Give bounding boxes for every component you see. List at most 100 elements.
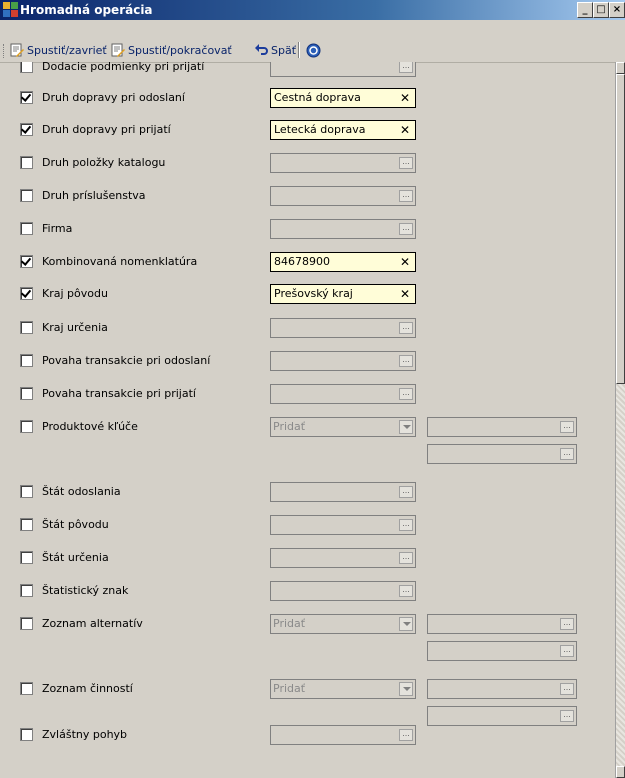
add-combo[interactable]: Pridať [270, 417, 416, 437]
clear-icon[interactable]: ✕ [397, 91, 413, 105]
minimize-button[interactable]: _ [577, 2, 593, 18]
value-field[interactable]: ... [270, 482, 416, 502]
help-icon [306, 43, 321, 57]
row-checkbox[interactable] [20, 420, 33, 433]
value-field[interactable]: ... [270, 725, 416, 745]
clear-icon[interactable]: ✕ [397, 255, 413, 269]
list-item: Zvláštny pohyb... [17, 724, 615, 746]
ellipsis-button[interactable]: ... [399, 190, 413, 202]
row-checkbox[interactable] [20, 387, 33, 400]
sub-field[interactable]: ... [427, 444, 577, 464]
value-field[interactable]: ... [270, 548, 416, 568]
add-combo[interactable]: Pridať [270, 679, 416, 699]
ellipsis-button[interactable]: ... [399, 157, 413, 169]
ellipsis-button[interactable]: ... [399, 62, 413, 73]
ellipsis-button[interactable]: ... [399, 322, 413, 334]
close-window-button[interactable]: × [609, 2, 625, 18]
combo-value: Pridať [273, 682, 306, 695]
dropdown-arrow-icon[interactable] [399, 420, 413, 434]
run-close-label: Spustiť/zavrieť [27, 43, 107, 57]
value-field[interactable]: ... [270, 219, 416, 239]
scroll-thumb[interactable] [616, 74, 625, 384]
row-checkbox[interactable] [20, 617, 33, 630]
value-field[interactable]: Prešovský kraj ✕ [270, 284, 416, 304]
field-value: Cestná doprava [274, 91, 361, 104]
run-close-button[interactable]: Spustiť/zavrieť [10, 41, 107, 59]
value-field[interactable]: 84678900 ✕ [270, 252, 416, 272]
vertical-scrollbar[interactable] [615, 62, 625, 778]
ellipsis-button[interactable]: ... [399, 585, 413, 597]
row-checkbox[interactable] [20, 728, 33, 741]
ellipsis-button[interactable]: ... [560, 421, 574, 433]
ellipsis-button[interactable]: ... [399, 486, 413, 498]
row-checkbox[interactable] [20, 485, 33, 498]
maximize-button[interactable]: □ [593, 2, 609, 18]
app-icon [3, 2, 18, 17]
row-label: Kraj pôvodu [42, 287, 108, 300]
row-checkbox[interactable] [20, 321, 33, 334]
run-continue-button[interactable]: Spustiť/pokračovať [111, 41, 232, 59]
value-field[interactable]: ... [270, 384, 416, 404]
run-continue-icon [111, 43, 125, 57]
operation-list: Dodacie podmienky pri prijatí... Druh dop… [17, 62, 615, 778]
sub-field[interactable]: ... [427, 614, 577, 634]
list-item: Druh príslušenstva... [17, 185, 615, 207]
scroll-down-arrow[interactable] [616, 766, 625, 778]
clear-icon[interactable]: ✕ [397, 287, 413, 301]
value-field[interactable]: ... [270, 515, 416, 535]
ellipsis-button[interactable]: ... [560, 683, 574, 695]
ellipsis-button[interactable]: ... [399, 355, 413, 367]
row-checkbox[interactable] [20, 123, 33, 136]
list-item: Štát pôvodu... [17, 514, 615, 536]
value-field[interactable]: ... [270, 186, 416, 206]
row-checkbox[interactable] [20, 255, 33, 268]
value-field[interactable]: Cestná doprava ✕ [270, 88, 416, 108]
dropdown-arrow-icon[interactable] [399, 682, 413, 696]
list-item: Druh dopravy pri odoslaní Cestná doprava ✕ [17, 87, 615, 109]
list-item: Štát odoslania... [17, 481, 615, 503]
row-checkbox[interactable] [20, 156, 33, 169]
row-checkbox[interactable] [20, 62, 33, 73]
ellipsis-button[interactable]: ... [399, 729, 413, 741]
row-checkbox[interactable] [20, 682, 33, 695]
ellipsis-button[interactable]: ... [399, 552, 413, 564]
ellipsis-button[interactable]: ... [399, 223, 413, 235]
toolbar-separator [298, 42, 300, 58]
ellipsis-button[interactable]: ... [399, 519, 413, 531]
row-checkbox[interactable] [20, 584, 33, 597]
row-checkbox[interactable] [20, 189, 33, 202]
row-label: Firma [42, 222, 73, 235]
row-checkbox[interactable] [20, 518, 33, 531]
ellipsis-button[interactable]: ... [560, 448, 574, 460]
undo-arrow-icon [255, 44, 268, 55]
ellipsis-button[interactable]: ... [560, 645, 574, 657]
sub-field[interactable]: ... [427, 641, 577, 661]
row-checkbox[interactable] [20, 287, 33, 300]
scroll-up-arrow[interactable] [616, 62, 625, 74]
ellipsis-button[interactable]: ... [560, 710, 574, 722]
sub-field[interactable]: ... [427, 417, 577, 437]
add-combo[interactable]: Pridať [270, 614, 416, 634]
row-checkbox[interactable] [20, 91, 33, 104]
row-label: Zoznam alternatív [42, 617, 143, 630]
ellipsis-button[interactable]: ... [560, 618, 574, 630]
help-button[interactable] [306, 41, 321, 59]
value-field[interactable]: ... [270, 153, 416, 173]
sub-field[interactable]: ... [427, 679, 577, 699]
combo-value: Pridať [273, 420, 306, 433]
value-field[interactable]: Letecká doprava ✕ [270, 120, 416, 140]
dropdown-arrow-icon[interactable] [399, 617, 413, 631]
back-button[interactable]: Späť [254, 41, 296, 59]
sub-field[interactable]: ... [427, 706, 577, 726]
row-label: Povaha transakcie pri odoslaní [42, 354, 211, 367]
row-checkbox[interactable] [20, 551, 33, 564]
value-field[interactable]: ... [270, 351, 416, 371]
value-field[interactable]: ... [270, 581, 416, 601]
row-checkbox[interactable] [20, 222, 33, 235]
clear-icon[interactable]: ✕ [397, 123, 413, 137]
ellipsis-button[interactable]: ... [399, 388, 413, 400]
value-field[interactable]: ... [270, 318, 416, 338]
toolbar-grip [3, 44, 7, 58]
value-field[interactable]: ... [270, 62, 416, 77]
row-checkbox[interactable] [20, 354, 33, 367]
